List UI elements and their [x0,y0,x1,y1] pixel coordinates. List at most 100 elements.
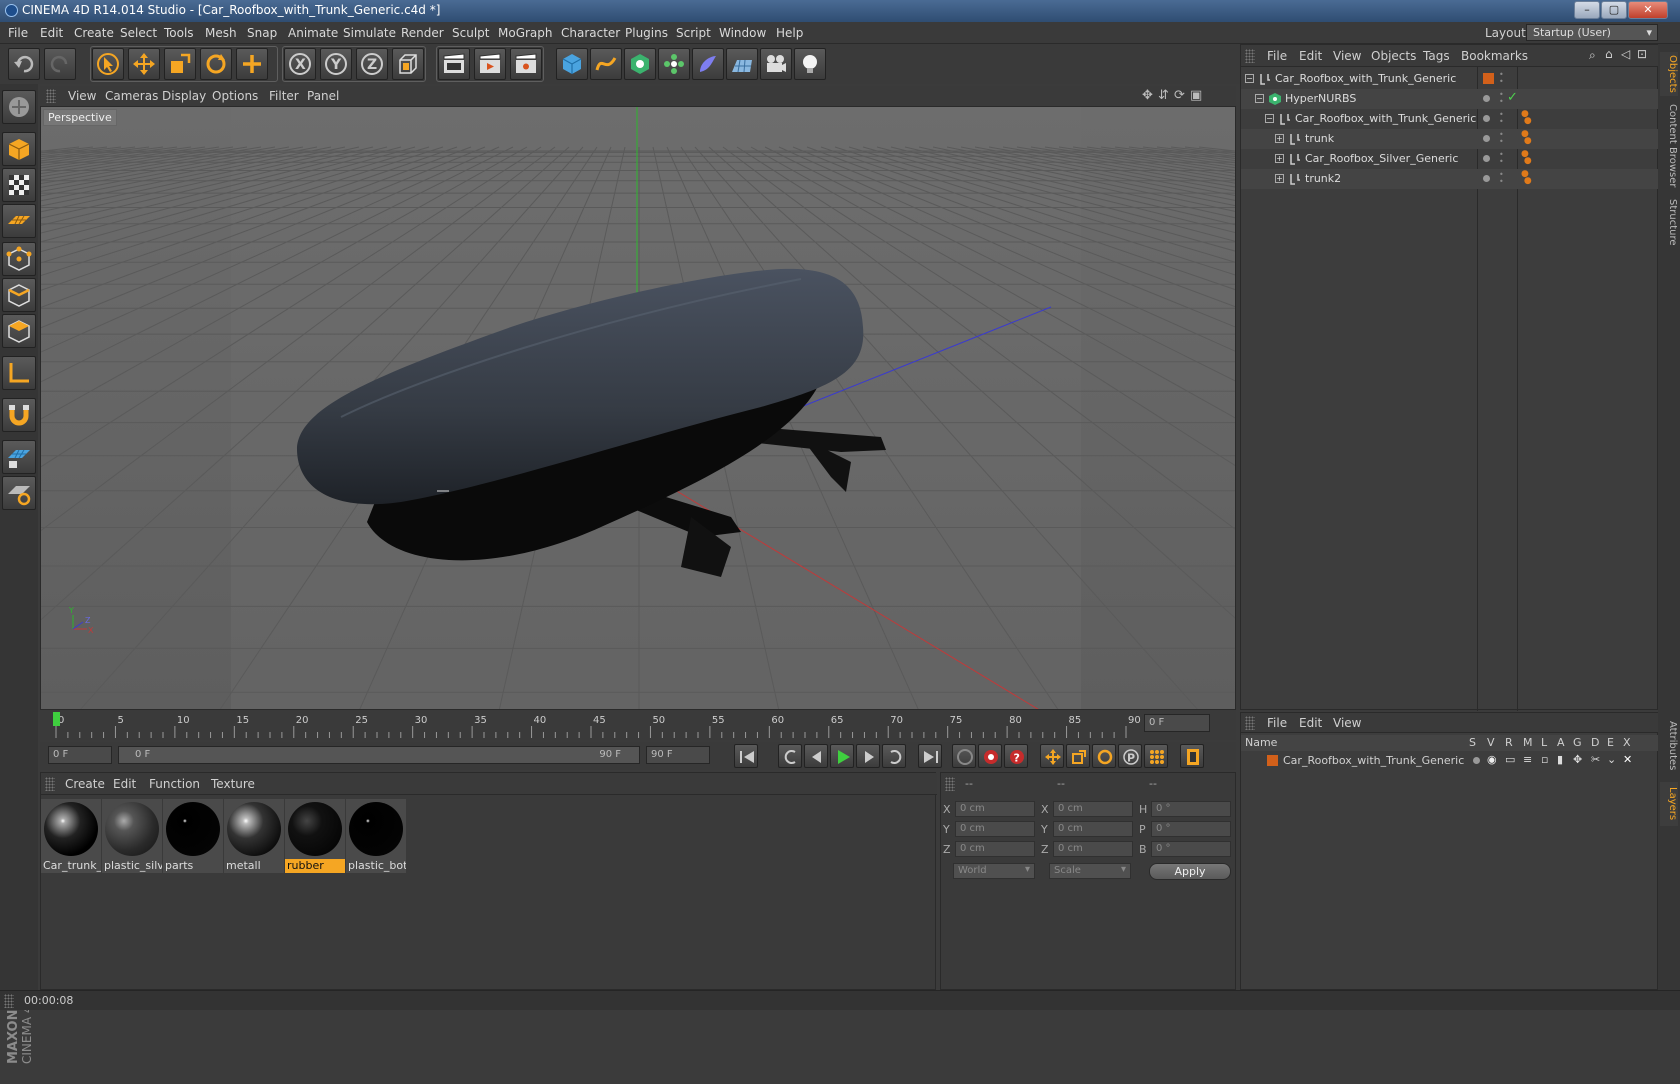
visibility-dot-icon[interactable] [1483,95,1490,102]
menu-tools[interactable]: Tools [164,26,194,40]
size-mode-select[interactable]: Scale ▾ [1049,863,1131,879]
menu-window[interactable]: Window [719,26,766,40]
tab-structure[interactable]: Structure [1660,194,1678,250]
layer-row[interactable]: Car_Roofbox_with_Trunk_Generic ◉ ▭ ≡ ▫ ▮… [1241,752,1659,770]
record-parameter-button[interactable]: P [1118,744,1142,768]
toggle-view-icon[interactable]: ▣ [1190,88,1202,103]
visibility-dots-icon[interactable]: • • [1499,71,1504,86]
search-icon[interactable]: ⌕ [1589,48,1596,63]
close-button[interactable]: ✕ [1628,1,1668,19]
material-menu-create[interactable]: Create [65,777,105,791]
previous-keyframe-button[interactable] [778,744,802,768]
timeline-ruler[interactable]: 0 5 10 15 20 25 30 35 40 45 50 55 60 65 70 75 80 85 90 0 F [40,710,1236,740]
record-active-button[interactable] [952,744,976,768]
object-menu-objects[interactable]: Objects [1371,49,1416,63]
layer-col-deformers[interactable]: D [1591,736,1599,749]
record-point-level-button[interactable] [1144,744,1168,768]
polygons-mode-button[interactable] [2,314,36,348]
layer-color-swatch[interactable] [1267,755,1278,766]
menu-sculpt[interactable]: Sculpt [452,26,489,40]
back-icon[interactable]: ◁ [1621,47,1630,61]
texture-mode-button[interactable] [2,168,36,202]
menu-animate[interactable]: Animate [288,26,338,40]
visibility-dot-icon[interactable] [1483,155,1490,162]
render-view-button[interactable] [438,48,470,80]
menu-plugins[interactable]: Plugins [625,26,668,40]
material-tag-icon[interactable]: ● ● [1521,130,1532,146]
end-frame-field[interactable]: 90 F [646,746,710,764]
material-menu-texture[interactable]: Texture [211,777,255,791]
layout-select[interactable]: Startup (User) ▾ [1526,24,1658,41]
object-row[interactable]: − Car_Roofbox_with_Trunk_Generic • • ● ● [1241,109,1659,129]
viewport-menu-filter[interactable]: Filter [269,89,299,103]
expand-icon[interactable]: + [1275,134,1284,143]
material-swatch[interactable]: plastic_silv [102,799,162,873]
object-row[interactable]: + trunk2 • • ● ● [1241,169,1659,189]
menu-select[interactable]: Select [120,26,157,40]
collapse-icon[interactable]: − [1265,114,1274,123]
go-to-end-button[interactable] [918,744,942,768]
play-button[interactable] [830,744,854,768]
record-scale-button[interactable] [1066,744,1090,768]
add-array-button[interactable] [658,48,690,80]
scale-tool-button[interactable] [164,48,196,80]
autokeying-button[interactable] [978,744,1002,768]
animation-toggle-icon[interactable]: ▮ [1557,753,1563,766]
visibility-dot-icon[interactable] [1483,115,1490,122]
timeline-window-button[interactable] [1180,744,1204,768]
layer-col-xref[interactable]: X [1623,736,1631,749]
tab-attributes[interactable]: Attributes [1660,716,1678,776]
material-tag-icon[interactable]: ● ● [1521,110,1532,126]
object-menu-file[interactable]: File [1267,49,1287,63]
deformer-toggle-icon[interactable]: ✂ [1591,753,1600,766]
render-picture-viewer-button[interactable] [474,48,506,80]
material-swatch[interactable]: Car_trunk_ [41,799,101,873]
live-selection-button[interactable] [92,48,124,80]
layer-col-manager[interactable]: M [1523,736,1533,749]
next-keyframe-button[interactable] [882,744,906,768]
apply-button[interactable]: Apply [1149,863,1231,880]
manager-toggle-icon[interactable]: ≡ [1523,753,1532,766]
material-menu-edit[interactable]: Edit [113,777,136,791]
size-z-field[interactable]: 0 cm [1053,841,1133,857]
menu-snap[interactable]: Snap [247,26,277,40]
current-frame-field[interactable]: 0 F [1144,714,1210,732]
menu-help[interactable]: Help [776,26,803,40]
recent-tool-button[interactable] [236,48,268,80]
rot-b-field[interactable]: 0 ° [1151,841,1231,857]
x-axis-button[interactable]: X [284,48,316,80]
minimize-button[interactable]: – [1574,1,1600,19]
frame-range-slider[interactable]: 0 F 90 F [118,746,640,764]
viewport-menu-view[interactable]: View [68,89,96,103]
coordinate-mode-select[interactable]: World ▾ [953,863,1035,879]
panel-grip[interactable] [1245,716,1255,730]
object-row[interactable]: + trunk • • ● ● [1241,129,1659,149]
menu-edit[interactable]: Edit [40,26,63,40]
coordinate-system-button[interactable] [392,48,424,80]
expression-toggle-icon[interactable]: ⌄ [1607,753,1616,766]
add-deformer-button[interactable] [692,48,724,80]
panel-grip[interactable] [45,777,55,791]
material-swatch[interactable]: plastic_bot [346,799,406,873]
layer-col-generators[interactable]: G [1573,736,1582,749]
object-row[interactable]: − HyperNURBS • • ✓ [1241,89,1659,109]
collapse-icon[interactable]: − [1255,94,1264,103]
add-nurbs-button[interactable] [624,48,656,80]
keyframe-selection-button[interactable]: ? [1004,744,1028,768]
size-x-field[interactable]: 0 cm [1053,801,1133,817]
tab-objects[interactable]: Objects [1660,52,1678,96]
record-rotation-button[interactable] [1092,744,1116,768]
object-menu-tags[interactable]: Tags [1423,49,1450,63]
material-swatch[interactable]: rubber [285,799,345,873]
start-frame-field[interactable]: 0 F [48,746,112,764]
menu-file[interactable]: File [8,26,28,40]
menu-mesh[interactable]: Mesh [205,26,237,40]
add-environment-button[interactable] [726,48,758,80]
size-y-field[interactable]: 0 cm [1053,821,1133,837]
object-menu-view[interactable]: View [1333,49,1361,63]
object-row[interactable]: + Car_Roofbox_Silver_Generic • • ● ● [1241,149,1659,169]
layer-col-solo[interactable]: S [1469,736,1476,749]
viewport-menu-cameras[interactable]: Cameras [105,89,158,103]
object-menu-bookmarks[interactable]: Bookmarks [1461,49,1528,63]
collapse-icon[interactable]: − [1245,74,1254,83]
